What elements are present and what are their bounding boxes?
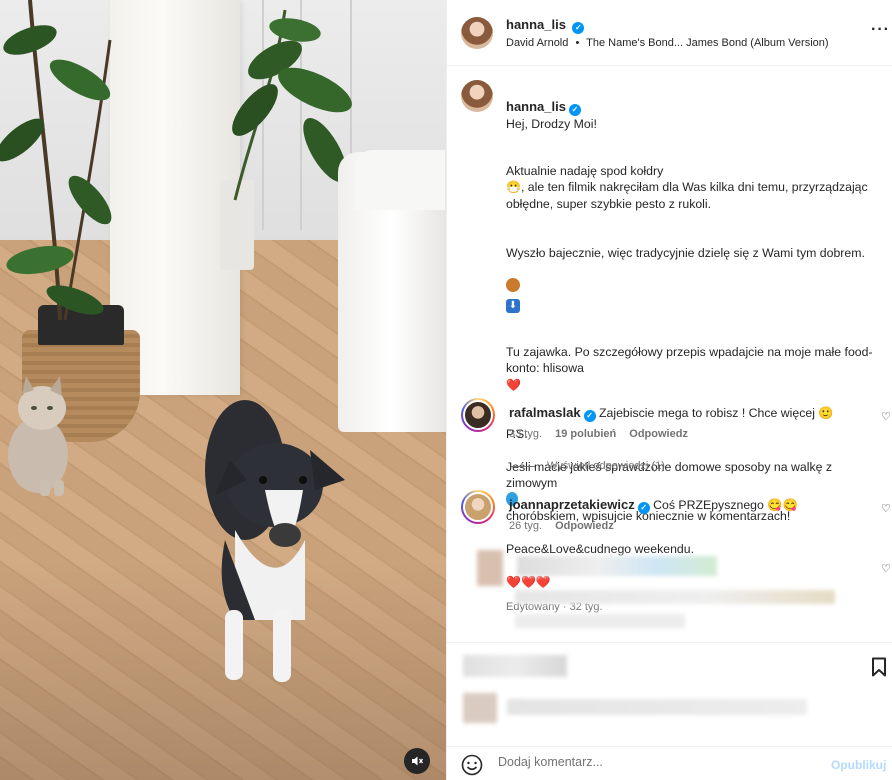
heart-outline-icon: ♡ (881, 411, 891, 423)
scene-plant (0, 0, 112, 321)
scene-sofa-arm (355, 150, 445, 210)
audio-separator: • (575, 37, 580, 49)
view-replies-button[interactable]: Wyświetl odpowiedzi (1) (511, 460, 665, 472)
slightly-smiling-emoji-icon: 🙂 (818, 406, 834, 420)
comment-input[interactable] (498, 755, 818, 769)
comment-likes[interactable]: 19 polubień (555, 428, 616, 440)
view-replies-label: Wyświetl odpowiedzi (1) (547, 460, 665, 472)
comment-time: 26 tyg. (509, 520, 543, 532)
commenter-avatar[interactable] (461, 398, 495, 432)
scene-dog (205, 400, 345, 682)
down-arrow-emoji-icon: ⬇ (506, 299, 520, 313)
blurred-action-icons (463, 655, 567, 677)
author-username[interactable]: hanna_lis (506, 17, 566, 32)
like-comment-button[interactable]: ♡ (881, 410, 891, 423)
emoji-picker-icon[interactable] (461, 754, 483, 776)
add-comment-bar: Opublikuj (447, 746, 892, 780)
caption-author-avatar[interactable] (461, 80, 493, 112)
comment-meta: 26 tyg. Odpowiedz (509, 520, 624, 532)
verified-badge-icon: ✓ (637, 502, 650, 514)
heart-outline-icon: ♡ (881, 563, 891, 575)
post-sidebar: hanna_lis ✓ David Arnold • The Name's Bo… (446, 0, 892, 780)
yum-emoji-icon: 😋😋 (767, 498, 798, 512)
audio-info[interactable]: David Arnold • The Name's Bond... James … (506, 37, 829, 49)
post-header: hanna_lis ✓ David Arnold • The Name's Bo… (447, 0, 892, 66)
audio-artist[interactable]: David Arnold (506, 37, 568, 49)
caption-greeting: Hej, Drodzy Moi! (506, 116, 597, 131)
author-info: hanna_lis ✓ (506, 17, 585, 34)
comment-reply-button[interactable]: Odpowiedz (629, 428, 688, 440)
comment-body: joannaprzetakiewicz ✓ Coś PRZEpysznego 😋😋 (509, 497, 798, 514)
blurred-text (515, 614, 685, 628)
publish-comment-button[interactable]: Opublikuj (831, 758, 886, 772)
more-horizontal-icon: ··· (871, 21, 890, 38)
caption-signoff: Peace&Love&cudnego weekendu. (506, 542, 695, 556)
replies-line (511, 465, 535, 467)
face-with-mask-emoji-icon: 😷 (506, 180, 521, 194)
commenter-avatar[interactable] (461, 490, 495, 524)
comment-text: Coś PRZEpysznego (653, 498, 764, 512)
author-avatar[interactable] (461, 17, 493, 49)
food-bowl-emoji-icon (506, 277, 520, 292)
like-comment-button[interactable]: ♡ (881, 562, 891, 575)
like-comment-button[interactable]: ♡ (881, 502, 891, 515)
mute-button[interactable] (404, 748, 430, 774)
caption-paragraph: Tu zajawka. Po szczegółowy przepis wpada… (506, 344, 873, 376)
audio-track[interactable]: The Name's Bond... James Bond (Album Ver… (586, 37, 828, 49)
comment-text: Zajebiscie mega to robisz ! Chce więcej (598, 406, 815, 420)
blurred-avatar (477, 550, 503, 586)
verified-badge-icon: ✓ (568, 103, 581, 116)
post-actions (447, 642, 892, 738)
comment-meta: 33 tyg. 19 polubień Odpowiedz (509, 428, 698, 440)
caption-username[interactable]: hanna_lis (506, 99, 566, 114)
caption-text: hanna_lis ✓ Hej, Drodzy Moi! Aktualnie na… (506, 82, 886, 615)
comment-time: 33 tyg. (509, 428, 543, 440)
heart-outline-icon: ♡ (881, 503, 891, 515)
more-options-button[interactable]: ··· (871, 21, 890, 38)
volume-off-icon (412, 756, 424, 766)
scene-cat (8, 376, 68, 496)
red-heart-emoji-icon: ❤️ (506, 377, 521, 392)
blurred-text (515, 590, 835, 604)
save-bookmark-icon[interactable] (871, 657, 887, 677)
blurred-text (517, 556, 717, 576)
caption-paragraph: Aktualnie nadaję spod kołdry (506, 163, 664, 178)
verified-badge-icon: ✓ (572, 22, 585, 34)
comment-body: rafalmaslak ✓ Zajebiscie mega to robisz !… (509, 405, 834, 422)
verified-badge-icon: ✓ (583, 410, 596, 422)
commenter-username[interactable]: joannaprzetakiewicz (509, 497, 635, 512)
caption-paragraph: , ale ten filmik nakręciłam dla Was kilk… (506, 180, 868, 211)
comment-reply-button[interactable]: Odpowiedz (555, 520, 614, 532)
blurred-likers-avatars (463, 693, 497, 723)
caption-paragraph: Wyszło bajecznie, więc tradycyjnie dziel… (506, 245, 865, 260)
post-video[interactable] (0, 0, 446, 780)
commenter-username[interactable]: rafalmaslak (509, 405, 581, 420)
red-hearts-emoji-icon: ❤️❤️❤️ (506, 575, 551, 589)
blurred-likes-text (507, 699, 807, 715)
